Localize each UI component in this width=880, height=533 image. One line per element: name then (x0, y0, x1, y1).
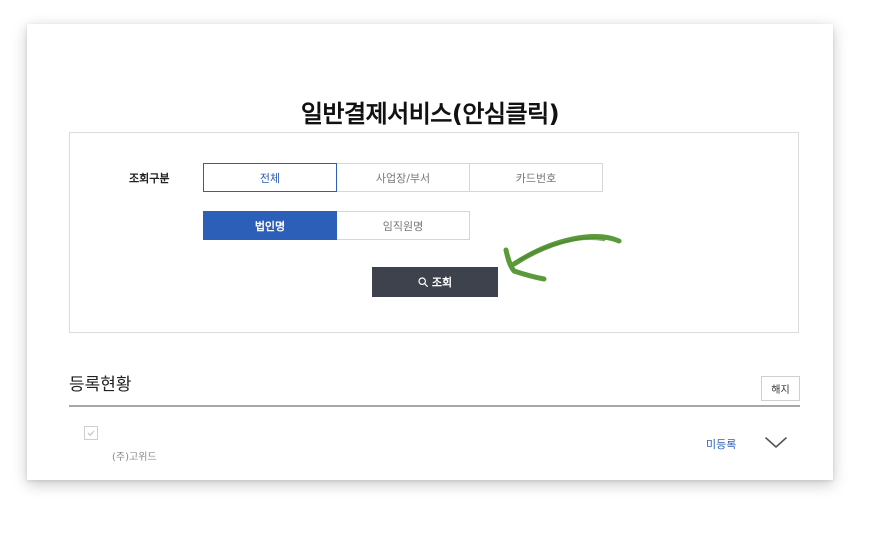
search-type-segment: 전체 사업장/부서 카드번호 (203, 163, 603, 192)
search-name-segment: 법인명 임직원명 (203, 211, 470, 240)
chevron-down-icon[interactable] (764, 434, 788, 450)
section-divider (69, 405, 800, 407)
service-card: 일반결제서비스(안심클릭) 조회구분 전체 사업장/부서 카드번호 법인명 임직… (27, 24, 833, 480)
corporation-name: (주)고위드 (112, 452, 157, 463)
search-panel: 조회구분 전체 사업장/부서 카드번호 법인명 임직원명 조회 (69, 132, 799, 333)
cancel-button[interactable]: 해지 (761, 376, 800, 401)
search-type-all[interactable]: 전체 (203, 163, 337, 192)
search-button-label: 조회 (431, 277, 453, 289)
search-type-card-number[interactable]: 카드번호 (469, 163, 603, 192)
row-checkbox[interactable] (84, 426, 98, 440)
page-title: 일반결제서비스(안심클릭) (300, 100, 560, 128)
page: 일반결제서비스(안심클릭) 조회구분 전체 사업장/부서 카드번호 법인명 임직… (0, 0, 880, 533)
search-name-corporation[interactable]: 법인명 (203, 211, 337, 240)
search-name-employee[interactable]: 임직원명 (336, 211, 470, 240)
search-button[interactable]: 조회 (372, 267, 498, 297)
check-icon (87, 430, 95, 437)
status-badge: 미등록 (706, 438, 737, 451)
arrow-annotation-icon (503, 234, 622, 282)
search-type-label: 조회구분 (129, 172, 170, 185)
search-type-site-dept[interactable]: 사업장/부서 (336, 163, 470, 192)
search-icon (418, 277, 428, 287)
registration-status-title: 등록현황 (69, 375, 132, 395)
